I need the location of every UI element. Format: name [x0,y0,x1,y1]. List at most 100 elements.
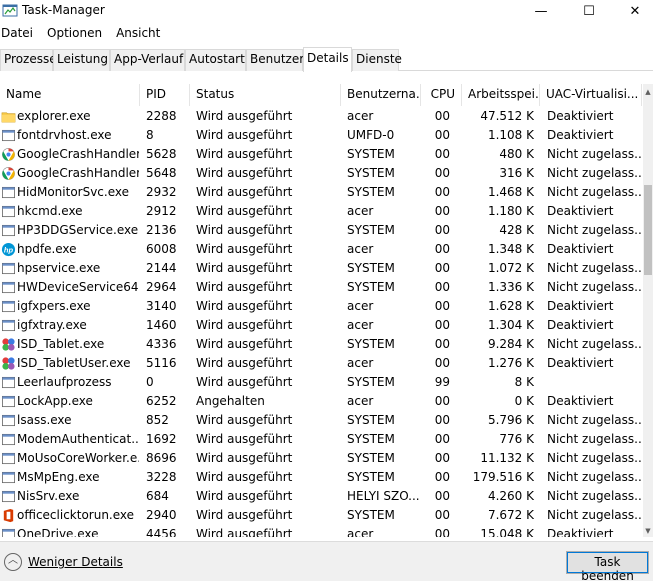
maximize-button[interactable]: ☐ [566,0,612,22]
process-row[interactable]: GoogleCrashHandler... 5648 Wird ausgeführt… [0,164,643,183]
process-uac: Nicht zugelass... [547,413,641,427]
tab-autostart[interactable]: Autostart [185,49,246,71]
process-row[interactable]: explorer.exe 2288 Wird ausgeführt acer 00 47.… [0,107,643,126]
process-status: Wird ausgeführt [196,223,293,237]
scroll-down-arrow-icon[interactable]: ▼ [643,527,653,535]
process-user: acer [347,109,374,123]
process-row[interactable]: GoogleCrashHandler.... 5628 Wird ausgeführ… [0,145,643,164]
google-icon [1,166,16,181]
window-icon [1,280,16,295]
process-cpu: 00 [434,394,450,408]
window-icon [1,223,16,238]
process-row[interactable]: lsass.exe 852 Wird ausgeführt SYSTEM 00 5.796… [0,411,643,430]
tab-details[interactable]: Details [303,47,352,72]
process-user: SYSTEM [347,166,395,180]
vertical-scrollbar[interactable] [643,84,653,537]
process-name: hpservice.exe [17,261,101,275]
process-row[interactable]: MsMpEng.exe 3228 Wird ausgeführt SYSTEM 00 17… [0,468,643,487]
process-row[interactable]: ModemAuthenticat... 1692 Wird ausgeführt SY… [0,430,643,449]
process-row[interactable]: ISD_Tablet.exe 4336 Wird ausgeführt SYSTEM 0… [0,335,643,354]
process-row[interactable]: OneDrive.exe 4456 Wird ausgeführt acer 00 15.… [0,525,643,537]
process-user: SYSTEM [347,470,395,484]
process-pid: 4456 [146,527,177,537]
process-row[interactable]: hpservice.exe 2144 Wird ausgeführt SYSTEM 00… [0,259,643,278]
process-pid: 8 [146,128,154,142]
process-user: SYSTEM [347,508,395,522]
column-header-uac[interactable]: UAC-Virtualisi... [540,84,642,106]
process-row[interactable]: Leerlaufprozess 0 Wird ausgeführt SYSTEM 99 8… [0,373,643,392]
menu-ansicht[interactable]: Ansicht [115,24,167,44]
process-pid: 2912 [146,204,177,218]
process-row[interactable]: LockApp.exe 6252 Angehalten acer 00 0 K Deakti… [0,392,643,411]
column-header-cpu[interactable]: CPU [421,84,462,106]
process-name: explorer.exe [17,109,91,123]
menu-datei[interactable]: Datei [0,24,40,44]
process-uac: Deaktiviert [547,527,614,537]
process-row[interactable]: ISD_TabletUser.exe 5116 Wird ausgeführt ace… [0,354,643,373]
process-cpu: 00 [434,413,450,427]
process-name: igfxpers.exe [17,299,91,313]
process-cpu: 00 [434,356,450,370]
process-user: SYSTEM [347,185,395,199]
process-row[interactable]: MoUsoCoreWorker.e... 8696 Wird ausgeführt S… [0,449,643,468]
process-row[interactable]: NisSrv.exe 684 Wird ausgeführt HELYI SZO...… [0,487,643,506]
process-status: Angehalten [196,394,265,408]
process-row[interactable]: hp hpdfe.exe 6008 Wird ausgeführt acer 00 1.34… [0,240,643,259]
process-uac [547,373,641,392]
process-row[interactable]: HWDeviceService64.... 2964 Wird ausgeführt… [0,278,643,297]
process-user: UMFD-0 [347,128,395,142]
process-user: SYSTEM [347,451,395,465]
process-pid: 684 [146,489,169,503]
tab-benutzer[interactable]: Benutzer [246,49,304,71]
process-pid: 4336 [146,337,177,351]
minimize-button[interactable]: — [518,0,564,22]
process-row[interactable]: HidMonitorSvc.exe 2932 Wird ausgeführt SYST… [0,183,643,202]
window-icon [1,261,16,276]
chevron-up-icon[interactable]: ︿ [4,553,22,571]
process-pid: 2940 [146,508,177,522]
close-button[interactable]: ✕ [612,0,653,22]
process-name: HP3DDGService.exe [17,223,139,237]
column-header-memory[interactable]: Arbeitsspei... [462,84,540,106]
tab-app-verlauf[interactable]: App-Verlauf [110,49,185,71]
process-cpu: 00 [434,242,450,256]
column-header-user[interactable]: Benutzerna... [341,84,421,106]
window-icon [1,185,16,200]
process-row[interactable]: hkcmd.exe 2912 Wird ausgeführt acer 00 1.180 … [0,202,643,221]
column-header-pid[interactable]: PID [140,84,190,106]
process-cpu: 00 [434,185,450,199]
process-pid: 6252 [146,394,177,408]
process-name: igfxtray.exe [17,318,87,332]
process-row[interactable]: fontdrvhost.exe 8 Wird ausgeführt UMFD-0 00 1… [0,126,643,145]
process-name: OneDrive.exe [17,527,99,537]
column-header-name[interactable]: Name [0,84,140,106]
tab-dienste[interactable]: Dienste [352,49,402,71]
menu-optionen[interactable]: Optionen [46,24,109,44]
window-icon [1,394,16,409]
process-cpu: 00 [434,204,450,218]
process-memory: 7.672 K [487,508,534,522]
process-user: SYSTEM [347,261,395,275]
process-uac: Nicht zugelass... [547,223,641,237]
process-cpu: 00 [434,109,450,123]
column-header-status[interactable]: Status [190,84,341,106]
process-cpu: 00 [434,280,450,294]
process-uac: Deaktiviert [547,242,614,256]
end-task-button[interactable]: Task beenden [566,551,649,581]
tab-leistung[interactable]: Leistung [53,49,110,71]
process-row[interactable]: HP3DDGService.exe 2136 Wird ausgeführt SYST… [0,221,643,240]
process-status: Wird ausgeführt [196,375,293,389]
process-cpu: 00 [434,166,450,180]
process-cpu: 00 [434,299,450,313]
fewer-details-link[interactable]: Weniger Details [28,555,123,569]
scroll-up-arrow-icon[interactable]: ▲ [643,88,653,96]
process-row[interactable]: igfxtray.exe 1460 Wird ausgeführt acer 00 1.3… [0,316,643,335]
process-row[interactable]: officeclicktorun.exe 2940 Wird ausgeführt S… [0,506,643,525]
process-status: Wird ausgeführt [196,128,293,142]
task-manager-icon [2,4,18,17]
process-user: acer [347,242,374,256]
scrollbar-thumb[interactable] [644,185,652,275]
process-row[interactable]: igfxpers.exe 3140 Wird ausgeführt acer 00 1.6… [0,297,643,316]
process-pid: 6008 [146,242,177,256]
tab-prozesse[interactable]: Prozesse [0,49,57,71]
